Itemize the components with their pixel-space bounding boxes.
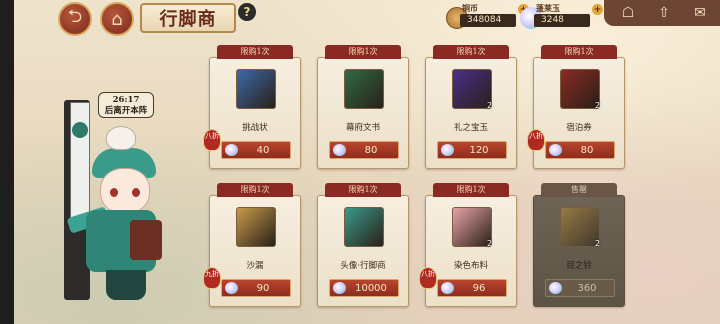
back-button[interactable]: ⮌ [58, 2, 92, 36]
item-quantity: 2 [487, 101, 493, 110]
merchant-legs [106, 270, 146, 300]
jade-price-icon [225, 144, 238, 156]
item-icon [344, 207, 384, 247]
shop-item-card[interactable]: 限购1次 头像·行脚商 10000 [317, 183, 409, 308]
item-icon [452, 69, 492, 109]
jade-price-icon [225, 282, 238, 294]
home-button[interactable]: ⌂ [100, 2, 134, 36]
item-name: 染色布料 [453, 261, 488, 271]
item-name: 挑战状 [242, 123, 268, 133]
leave-timer-caption: 后离开本阵 [104, 106, 148, 116]
jade-price-icon [549, 282, 562, 294]
banner-symbol-icon [72, 122, 88, 138]
discount-badge: 八折 [527, 129, 545, 151]
leave-timer-bubble: 26:17 后离开本阵 [98, 92, 154, 118]
purchase-limit-label: 限购1次 [217, 45, 293, 59]
add-jade-button[interactable]: + [592, 4, 603, 15]
help-icon[interactable]: ? [238, 3, 256, 21]
discount-badge: 九折 [203, 267, 221, 289]
shop-item-card[interactable]: 限购1次 2 染色布料 96 八折 [419, 183, 517, 308]
jade-price-icon [333, 144, 346, 156]
item-quantity: 2 [595, 101, 601, 110]
shop-item-card[interactable]: 限购1次 沙漏 90 九折 [203, 183, 301, 308]
shop-item-card[interactable]: 售罄 2 目之铃 360 [533, 183, 625, 308]
cat-icon [106, 126, 136, 150]
jade-price-icon [549, 144, 562, 156]
item-icon [236, 69, 276, 109]
purchase-limit-label: 限购1次 [217, 183, 293, 197]
jade-price-icon [441, 144, 454, 156]
purchase-limit-label: 限购1次 [541, 45, 617, 59]
purchase-limit-label: 限购1次 [433, 45, 509, 59]
discount-badge: 八折 [203, 129, 221, 151]
merchant-face [100, 168, 150, 214]
item-name: 幕府文书 [345, 123, 380, 133]
item-icon [560, 207, 600, 247]
jade-label: 蓬莱玉 [536, 3, 560, 13]
banner-cloth [70, 102, 90, 222]
item-name: 沙漏 [246, 261, 264, 271]
item-name: 目之铃 [566, 261, 592, 271]
purchase-limit-label: 限购1次 [325, 45, 401, 59]
item-quantity: 2 [595, 239, 601, 248]
purchase-limit-label: 限购1次 [433, 183, 509, 197]
item-icon [560, 69, 600, 109]
item-icon [452, 207, 492, 247]
purchase-limit-label: 限购1次 [325, 183, 401, 197]
store-icon[interactable]: ☖ [614, 3, 642, 23]
coin-currency: 铜币 348084 + [446, 3, 530, 34]
jade-price-icon [333, 282, 346, 294]
item-name: 宿泊券 [566, 123, 592, 133]
top-right-menu: ☖ ⇧ ✉ [604, 0, 720, 26]
up-arrow-icon[interactable]: ⇧ [650, 3, 678, 23]
item-name: 礼之宝玉 [453, 123, 488, 133]
back-arrow-icon: ⮌ [67, 6, 83, 27]
item-quantity: 2 [487, 239, 493, 248]
shop-item-card[interactable]: 限购1次 幕府文书 80 [317, 45, 409, 170]
merchant-eye-left [110, 188, 118, 197]
shop-item-card[interactable]: 限购1次 挑战状 40 八折 [203, 45, 301, 170]
jade-price-icon [441, 282, 454, 294]
item-name: 头像·行脚商 [340, 261, 386, 271]
purchase-limit-label: 售罄 [541, 183, 617, 197]
merchant-character: 26:17 后离开本阵 [58, 92, 168, 312]
merchant-eye-right [132, 188, 140, 197]
mail-icon[interactable]: ✉ [686, 3, 714, 23]
coin-label: 铜币 [462, 3, 478, 13]
jade-currency: 蓬莱玉 3248 + [520, 3, 604, 34]
jade-value: 3248 [534, 14, 590, 27]
discount-badge: 八折 [419, 267, 437, 289]
shop-item-card[interactable]: 限购1次 2 宿泊券 80 八折 [527, 45, 625, 170]
top-bar: ⮌ ⌂ 行脚商 ? 铜币 348084 + 蓬莱玉 3248 + ☖ ⇧ ✉ [14, 0, 720, 38]
coin-value: 348084 [460, 14, 516, 27]
screen-edge [0, 0, 14, 324]
home-icon: ⌂ [111, 8, 123, 30]
page-title: 行脚商 [140, 3, 236, 33]
item-icon [236, 207, 276, 247]
leave-timer: 26:17 [112, 95, 140, 105]
item-icon [344, 69, 384, 109]
merchant-backpack [130, 220, 162, 260]
shop-item-card[interactable]: 限购1次 2 礼之宝玉 120 [425, 45, 517, 170]
